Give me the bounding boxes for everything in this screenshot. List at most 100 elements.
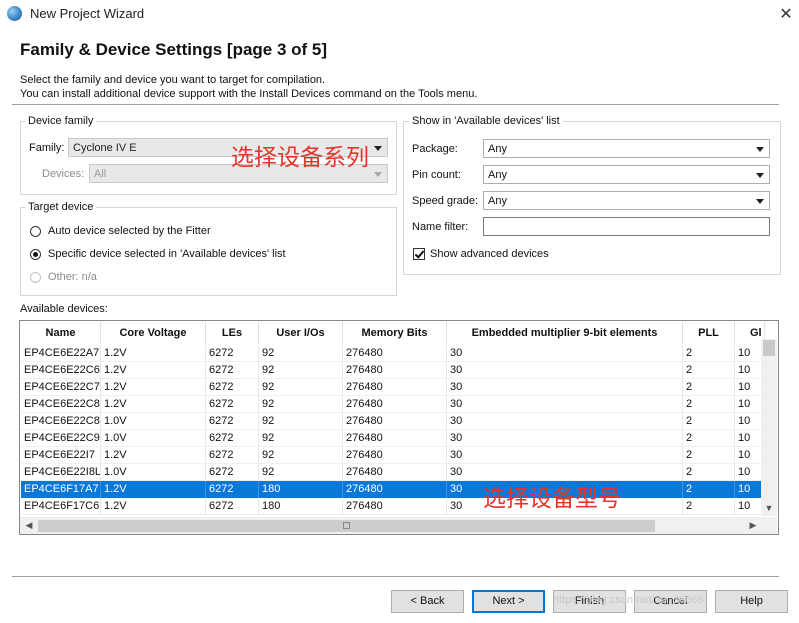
devices-table[interactable]: Name Core Voltage LEs User I/Os Memory B… [19, 320, 779, 535]
name-filter-input[interactable] [483, 217, 770, 236]
cell-core-voltage: 1.2V [101, 498, 206, 515]
show-advanced-checkbox[interactable] [413, 248, 425, 260]
cell-core-voltage: 1.0V [101, 430, 206, 447]
close-icon[interactable]: ✕ [776, 4, 796, 24]
col-header-user-ios[interactable]: User I/Os [259, 322, 343, 344]
package-value: Any [488, 143, 507, 155]
cell-les: 6272 [206, 379, 259, 396]
cell-global-clocks: 10 [735, 345, 762, 362]
cell-name: EP4CE6E22A7 [21, 345, 101, 362]
cell-memory-bits: 276480 [343, 345, 447, 362]
chevron-down-icon [374, 172, 382, 177]
chevron-down-icon [756, 147, 764, 152]
cell-memory-bits: 276480 [343, 481, 447, 498]
device-family-group-label: Device family [25, 115, 97, 127]
cell-name: EP4CE6E22C7 [21, 379, 101, 396]
cell-global-clocks: 10 [735, 430, 762, 447]
cell-pll: 2 [683, 396, 735, 413]
annotation-select-device: 选择设备型号 [483, 485, 621, 511]
cell-user-ios: 92 [259, 430, 343, 447]
radio-other-label: Other: n/a [48, 271, 97, 283]
cell-user-ios: 180 [259, 481, 343, 498]
col-header-memory-bits[interactable]: Memory Bits [343, 322, 447, 344]
cell-core-voltage: 1.2V [101, 396, 206, 413]
cell-core-voltage: 1.0V [101, 464, 206, 481]
cell-embedded-multiplier: 30 [447, 396, 683, 413]
cell-user-ios: 92 [259, 464, 343, 481]
cell-global-clocks: 10 [735, 396, 762, 413]
table-row[interactable]: EP4CE6E22I8L 1.0V 6272 92 276480 30 2 10 [21, 464, 762, 481]
speed-grade-dropdown[interactable]: Any [483, 191, 770, 210]
devices-value: All [94, 168, 107, 180]
cell-core-voltage: 1.2V [101, 447, 206, 464]
cell-name: EP4CE6E22C8L [21, 413, 101, 430]
cell-pll: 2 [683, 430, 735, 447]
col-header-les[interactable]: LEs [206, 322, 259, 344]
available-devices-label: Available devices: [20, 303, 108, 315]
radio-specific-device-label: Specific device selected in 'Available d… [48, 248, 286, 260]
col-header-embedded-multiplier[interactable]: Embedded multiplier 9-bit elements [447, 322, 683, 344]
cell-memory-bits: 276480 [343, 379, 447, 396]
cell-embedded-multiplier: 30 [447, 362, 683, 379]
cell-les: 6272 [206, 396, 259, 413]
table-row[interactable]: EP4CE6E22C6 1.2V 6272 92 276480 30 2 10 [21, 362, 762, 379]
cell-memory-bits: 276480 [343, 447, 447, 464]
cell-les: 6272 [206, 345, 259, 362]
cell-name: EP4CE6F17A7 [21, 481, 101, 498]
cell-embedded-multiplier: 30 [447, 447, 683, 464]
cell-pll: 2 [683, 362, 735, 379]
cell-name: EP4CE6E22I8L [21, 464, 101, 481]
scroll-left-icon[interactable]: ◀ [21, 520, 37, 531]
cell-user-ios: 92 [259, 396, 343, 413]
cell-pll: 2 [683, 447, 735, 464]
table-row[interactable]: EP4CE6E22C9L 1.0V 6272 92 276480 30 2 10 [21, 430, 762, 447]
back-button[interactable]: < Back [391, 590, 464, 613]
cell-embedded-multiplier: 30 [447, 430, 683, 447]
cell-user-ios: 92 [259, 345, 343, 362]
vertical-scrollbar-thumb[interactable] [763, 340, 775, 356]
cell-global-clocks: 10 [735, 447, 762, 464]
description-line-1: Select the family and device you want to… [20, 74, 326, 86]
col-header-core-voltage[interactable]: Core Voltage [101, 322, 206, 344]
table-row[interactable]: EP4CE6F17C6 1.2V 6272 180 276480 30 2 10 [21, 498, 762, 515]
speed-grade-value: Any [488, 195, 507, 207]
table-row[interactable]: EP4CE6E22I7 1.2V 6272 92 276480 30 2 10 [21, 447, 762, 464]
table-row[interactable]: EP4CE6E22C7 1.2V 6272 92 276480 30 2 10 [21, 379, 762, 396]
table-row[interactable]: EP4CE6E22A7 1.2V 6272 92 276480 30 2 10 [21, 345, 762, 362]
scroll-right-icon[interactable]: ▶ [745, 520, 761, 531]
cell-user-ios: 92 [259, 362, 343, 379]
col-header-name[interactable]: Name [21, 322, 101, 344]
cell-pll: 2 [683, 498, 735, 515]
pin-count-dropdown[interactable]: Any [483, 165, 770, 184]
table-row[interactable]: EP4CE6E22C8L 1.0V 6272 92 276480 30 2 10 [21, 413, 762, 430]
cell-memory-bits: 276480 [343, 498, 447, 515]
pin-count-label: Pin count: [412, 169, 461, 181]
cell-les: 6272 [206, 464, 259, 481]
cell-memory-bits: 276480 [343, 430, 447, 447]
radio-other[interactable] [30, 272, 41, 283]
cell-global-clocks: 10 [735, 379, 762, 396]
cell-global-clocks: 10 [735, 498, 762, 515]
cell-les: 6272 [206, 413, 259, 430]
package-dropdown[interactable]: Any [483, 139, 770, 158]
cell-memory-bits: 276480 [343, 464, 447, 481]
name-filter-label: Name filter: [412, 221, 469, 233]
scroll-down-icon[interactable]: ▼ [761, 503, 777, 513]
cell-global-clocks: 10 [735, 481, 762, 498]
cell-les: 6272 [206, 447, 259, 464]
table-row[interactable]: EP4CE6F17A7 1.2V 6272 180 276480 30 2 10 [21, 481, 762, 498]
page-title: Family & Device Settings [page 3 of 5] [20, 40, 328, 59]
cell-les: 6272 [206, 498, 259, 515]
radio-auto-device[interactable] [30, 226, 41, 237]
help-button[interactable]: Help [715, 590, 788, 613]
cell-les: 6272 [206, 430, 259, 447]
table-row[interactable]: EP4CE6E22C8 1.2V 6272 92 276480 30 2 10 [21, 396, 762, 413]
radio-specific-device[interactable] [30, 249, 41, 260]
window-title: New Project Wizard [30, 6, 145, 21]
description-line-2: You can install additional device suppor… [20, 88, 478, 100]
cell-global-clocks: 10 [735, 413, 762, 430]
vertical-scrollbar[interactable] [761, 339, 777, 516]
next-button[interactable]: Next > [472, 590, 545, 613]
col-header-pll[interactable]: PLL [683, 322, 735, 344]
cell-global-clocks: 10 [735, 464, 762, 481]
